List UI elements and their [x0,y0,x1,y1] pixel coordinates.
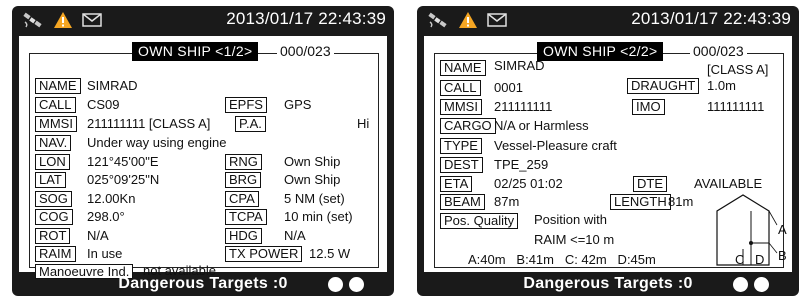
lon-label: LON [35,154,70,170]
tcpa-label: TCPA [225,209,267,225]
page-title: OWN SHIP <1/2> [132,42,259,61]
hdg-value: N/A [284,228,306,243]
target-count: 000/023 [690,42,747,61]
brg-value: Own Ship [284,172,341,187]
pa-value: Hi [357,116,370,131]
mmsi-value: 211111111 [494,99,553,114]
diagram-label-c: C [735,252,745,267]
call-value: CS09 [87,97,120,112]
brg-label: BRG [225,172,262,188]
type-label: TYPE [440,138,482,154]
type-value: Vessel-Pleasure craft [494,138,617,153]
nav-value: Under way using engine [87,135,227,150]
satellite-icon [428,12,447,28]
own-ship-screen-page-2: 2013/01/17 22:43:39 OWN SHIP <2/2> 000/0… [417,6,799,296]
pa-label: P.A. [235,116,266,132]
call-label: CALL [35,97,76,113]
cpa-value: 5 NM (set) [284,191,345,206]
draught-label: DRAUGHT [627,78,700,94]
position-quality-label: Pos. Quality [440,213,519,229]
mmsi-label: MMSI [35,116,77,132]
hdg-label: HDG [225,228,262,244]
epfs-value: GPS [284,97,312,112]
cog-label: COG [35,209,73,225]
rot-value: N/A [87,228,109,243]
raim-accuracy-line: RAIM <=10 m [534,232,615,247]
bottom-status-bar: Dangerous Targets :0 [417,272,799,296]
imo-label: IMO [632,99,665,115]
dte-value: AVAILABLE [694,176,763,191]
warning-icon[interactable] [458,11,478,29]
imo-value: 111111111 [707,99,765,114]
name-value: SIMRAD [87,78,138,93]
cpa-label: CPA [225,191,259,207]
target-count: 000/023 [277,42,334,61]
warning-icon[interactable] [53,11,73,29]
mmsi-value: 211111111 [CLASS A] [87,116,211,131]
tx-power-label: TX POWER [225,246,303,262]
dest-value: TPE_259 [494,157,549,172]
own-ship-screen-page-1: 2013/01/17 22:43:39 OWN SHIP <1/2> 000/0… [12,6,394,296]
name-label: NAME [35,78,81,94]
call-label: CALL [440,80,481,96]
envelope-icon[interactable] [82,13,102,27]
draught-value: 1.0m [707,78,736,93]
eta-value: 02/25 01:02 [494,176,563,191]
position-quality-value: Position with [534,212,607,227]
sog-label: SOG [35,191,72,207]
name-label: NAME [440,60,486,76]
ship-outline-icon [716,194,778,266]
page-dot-1[interactable] [328,277,343,292]
raim-value: In use [87,246,123,261]
datetime-display: 2013/01/17 22:43:39 [631,9,791,28]
satellite-icon [23,12,42,28]
name-value: SIMRAD [494,58,545,73]
lat-value: 025°09'25"N [87,172,160,187]
envelope-icon[interactable] [487,13,507,27]
status-bar: 2013/01/17 22:43:39 [417,6,799,34]
mmsi-label: MMSI [440,99,482,115]
nav-label: NAV. [35,135,72,151]
call-value: 0001 [494,80,523,95]
class-value: [CLASS A] [707,62,769,77]
epfs-label: EPFS [225,97,267,113]
own-ship-info-panel: OWN SHIP <2/2> 000/023 [CLASS A] NAME SI… [424,36,792,272]
sog-value: 12.00Kn [87,191,136,206]
dest-label: DEST [440,157,483,173]
diagram-label-d: D [755,252,765,267]
eta-label: ETA [440,176,473,192]
page-dot-2[interactable] [349,277,364,292]
ship-dimension-diagram: A B C D [707,191,789,267]
page-title: OWN SHIP <2/2> [537,42,664,61]
rng-value: Own Ship [284,154,341,169]
tx-power-value: 12.5 W [309,246,351,261]
length-value: 81m [668,194,694,209]
length-label: LENGTH [610,194,671,210]
status-bar: 2013/01/17 22:43:39 [12,6,394,34]
beam-label: BEAM [440,194,485,210]
status-icons [427,10,507,30]
antenna-dimensions-line: A:40m B:41m C: 42m D:45m [468,252,656,267]
raim-label: RAIM [35,246,76,262]
page-indicator [733,277,769,292]
beam-value: 87m [494,194,520,209]
tcpa-value: 10 min (set) [284,209,353,224]
cargo-value: N/A or Harmless [494,118,589,133]
lon-value: 121°45'00"E [87,154,159,169]
bottom-status-bar: Dangerous Targets :0 [12,272,394,296]
lat-label: LAT [35,172,66,188]
diagram-label-b: B [778,248,787,263]
dte-label: DTE [633,176,667,192]
page-indicator [328,277,364,292]
cargo-label: CARGO [440,118,496,134]
cog-value: 298.0° [87,209,125,224]
page-dot-2[interactable] [754,277,769,292]
datetime-display: 2013/01/17 22:43:39 [226,9,386,28]
status-icons [22,10,102,30]
rng-label: RNG [225,154,262,170]
rot-label: ROT [35,228,71,244]
own-ship-info-panel: OWN SHIP <1/2> 000/023 NAME SIMRAD CALL … [19,36,387,279]
page-dot-1[interactable] [733,277,748,292]
diagram-label-a: A [778,222,787,237]
